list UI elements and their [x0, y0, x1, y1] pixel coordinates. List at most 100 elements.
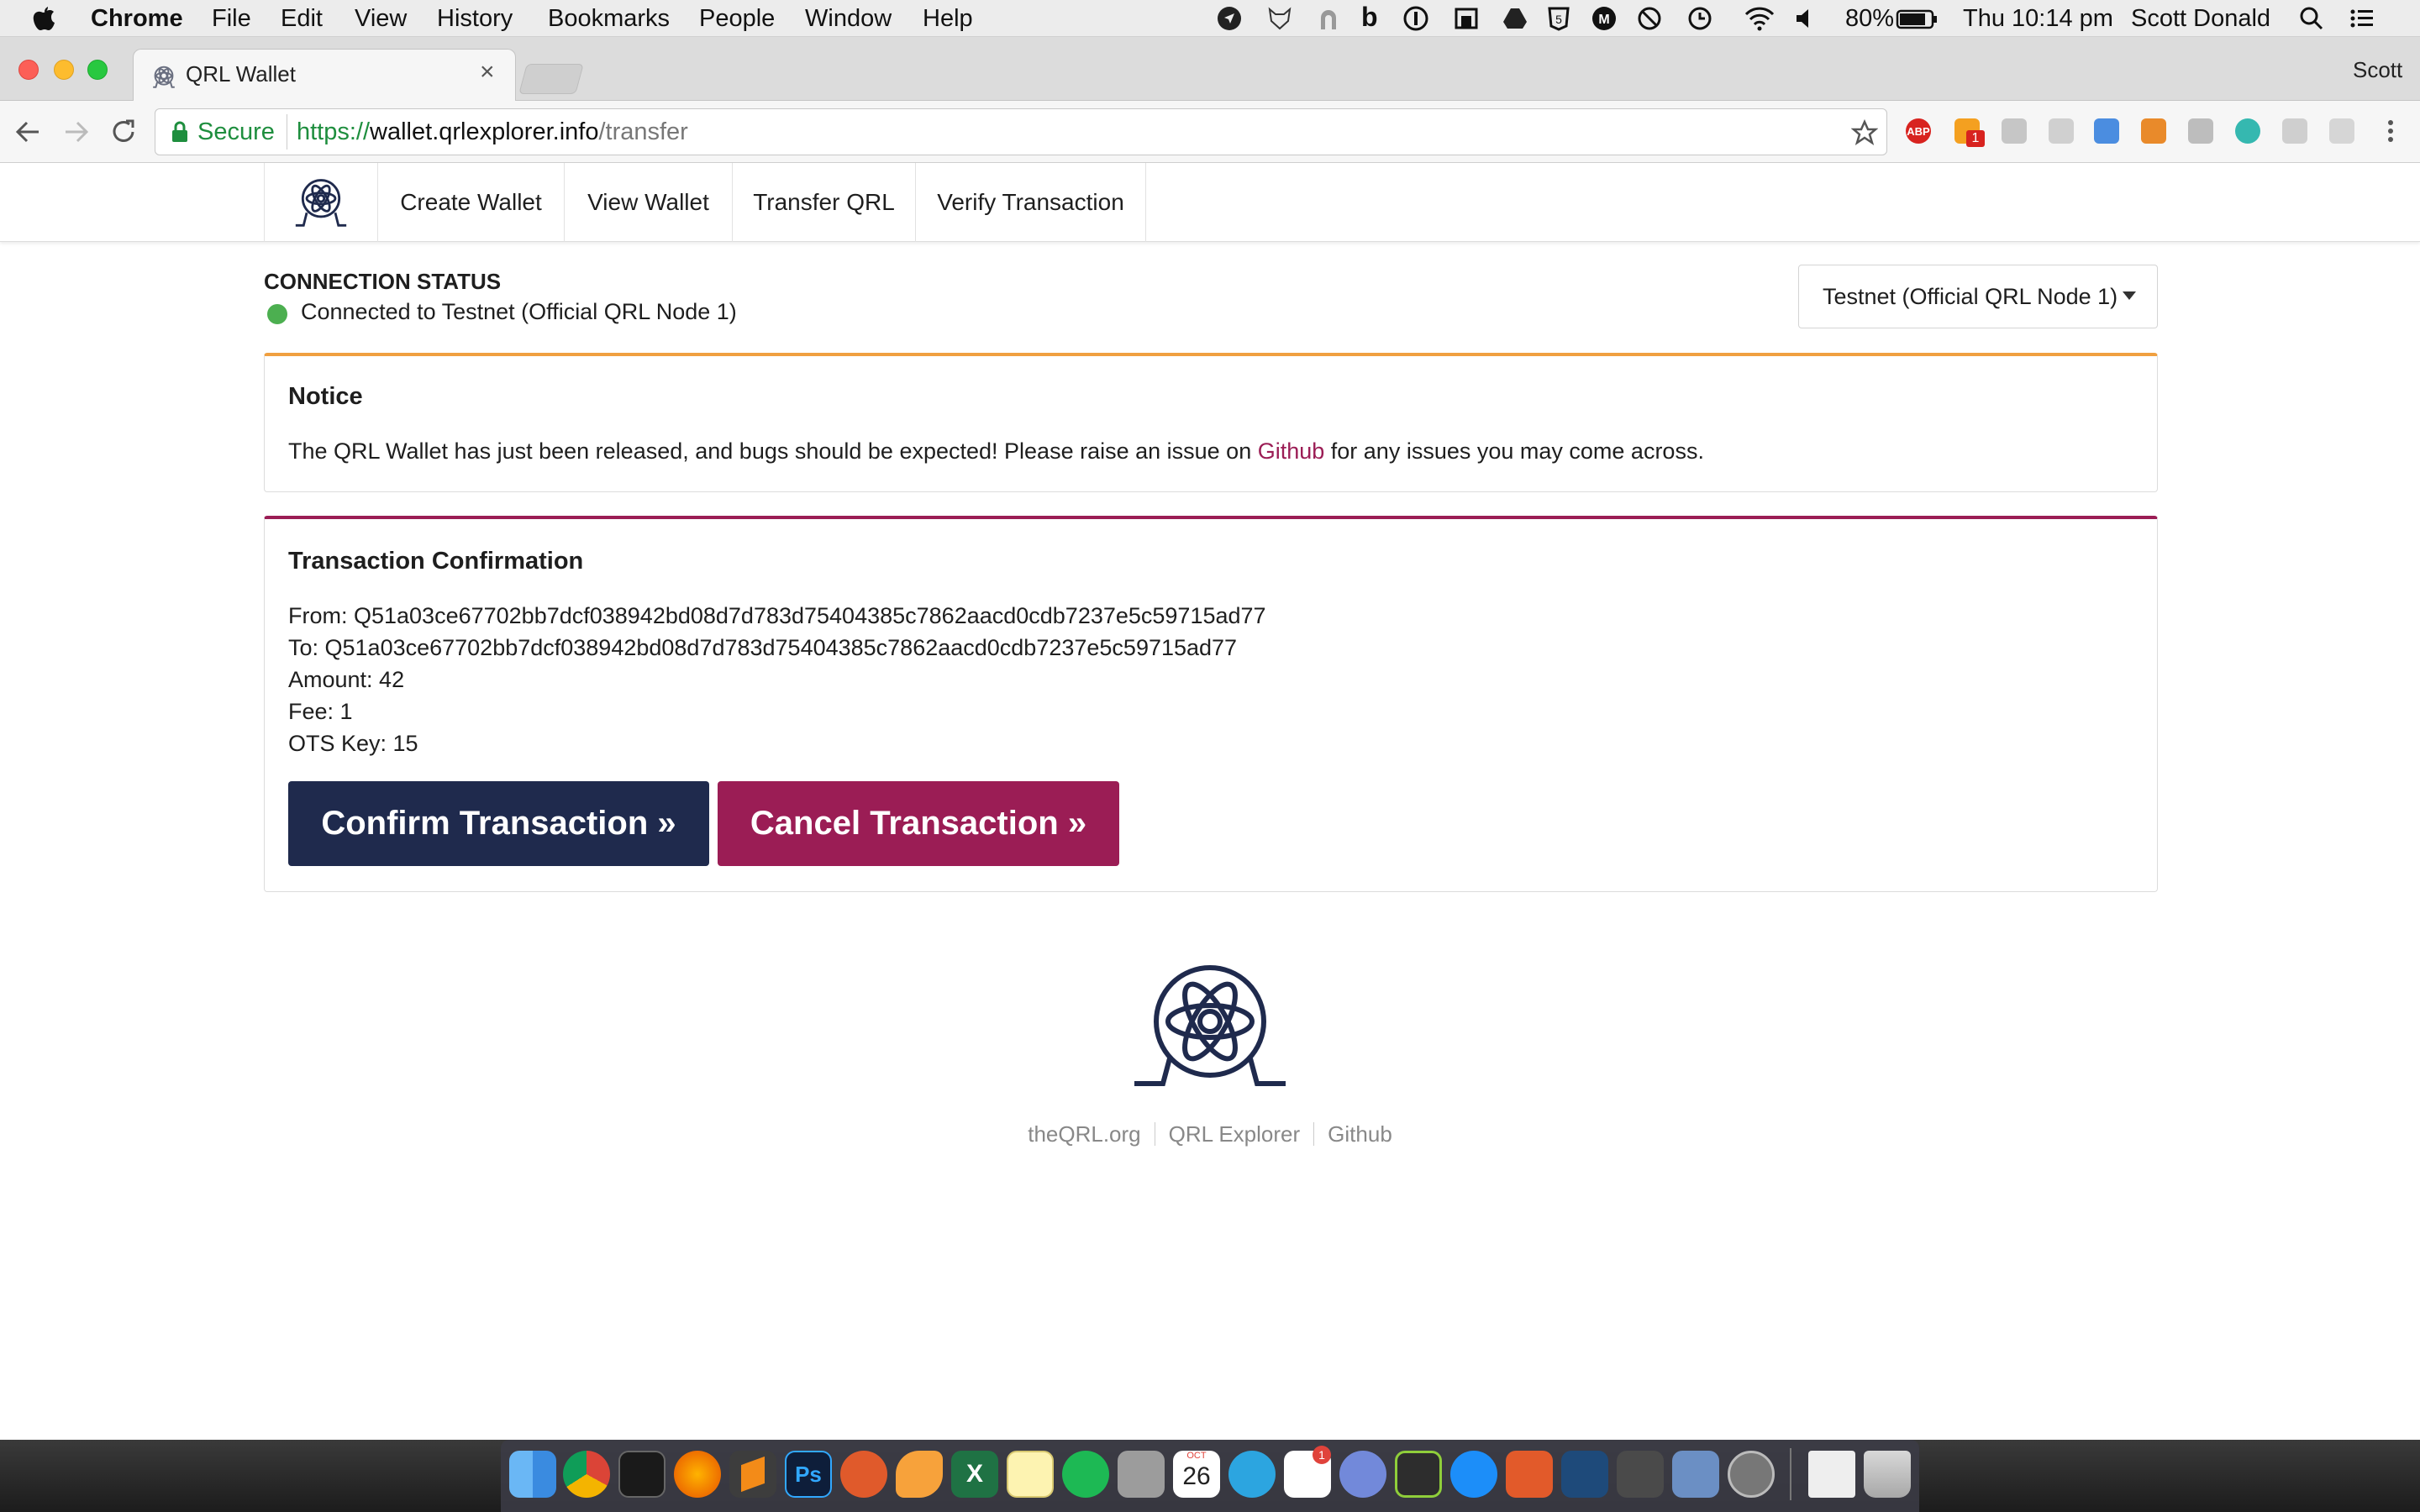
back-arrow-icon[interactable]: [13, 118, 42, 146]
notification-center-icon[interactable]: [2349, 6, 2375, 31]
m-icon[interactable]: M: [1591, 6, 1617, 31]
qrl-favicon-icon: [153, 66, 175, 88]
extension-badge-icon[interactable]: 1: [1954, 118, 1985, 147]
calendar-month: OCT: [1186, 1451, 1207, 1461]
bookmark-star-icon[interactable]: [1851, 119, 1878, 146]
remote-desktop-icon[interactable]: [1506, 1451, 1553, 1498]
discord-icon[interactable]: [1339, 1451, 1386, 1498]
spotlight-search-icon[interactable]: [2299, 6, 2324, 31]
dock-separator: [1790, 1448, 1791, 1500]
tunnelblick-icon[interactable]: [1617, 1451, 1664, 1498]
nav-view-wallet[interactable]: View Wallet: [565, 163, 733, 242]
footer-link-theqrl[interactable]: theQRL.org: [1028, 1121, 1140, 1147]
scissors-app-icon[interactable]: [1395, 1451, 1442, 1498]
window-zoom-button[interactable]: [87, 60, 108, 80]
address-bar[interactable]: Secure https://wallet.qrlexplorer.info/t…: [155, 108, 1887, 155]
trash-icon[interactable]: [1864, 1451, 1911, 1498]
sublime-text-icon[interactable]: [729, 1451, 776, 1498]
chrome-icon[interactable]: [563, 1451, 610, 1498]
photoshop-icon[interactable]: Ps: [785, 1451, 832, 1498]
notice-text-before: The QRL Wallet has just been released, a…: [288, 438, 1258, 464]
excel-icon[interactable]: X: [951, 1451, 998, 1498]
window-minimize-button[interactable]: [54, 60, 74, 80]
1password-icon[interactable]: [1403, 6, 1428, 31]
shield-5-icon[interactable]: 5: [1546, 6, 1571, 31]
sync-extension-icon[interactable]: [2094, 118, 2119, 144]
svg-text:M: M: [1598, 13, 1609, 27]
system-preferences-icon[interactable]: [1728, 1451, 1775, 1498]
cloud-extension-icon[interactable]: [2188, 118, 2213, 144]
cyberduck-icon[interactable]: [896, 1451, 943, 1498]
nav-create-wallet[interactable]: Create Wallet: [378, 163, 565, 242]
notice-github-link[interactable]: Github: [1258, 438, 1325, 464]
sublime-mark: [741, 1456, 765, 1493]
virtualbox-icon[interactable]: [1672, 1451, 1719, 1498]
new-tab-button[interactable]: [518, 64, 584, 94]
notes-icon[interactable]: [1007, 1451, 1054, 1498]
fox-icon[interactable]: [1267, 6, 1292, 31]
menu-view[interactable]: View: [355, 5, 407, 33]
tab-close-icon[interactable]: ×: [480, 58, 495, 87]
reload-icon[interactable]: [109, 118, 138, 146]
node-select-dropdown[interactable]: Testnet (Official QRL Node 1): [1798, 265, 2158, 328]
metamask-icon[interactable]: [2141, 118, 2166, 144]
chevron-down-icon: [2123, 291, 2136, 300]
game-app-icon[interactable]: [840, 1451, 887, 1498]
firefox-icon[interactable]: [674, 1451, 721, 1498]
menubar-clock[interactable]: Thu 10:14 pm: [1963, 5, 2113, 33]
nav-transfer-qrl[interactable]: Transfer QRL: [733, 163, 916, 242]
chat-extension-icon[interactable]: [2049, 118, 2074, 144]
calculator-icon[interactable]: [1118, 1451, 1165, 1498]
forward-arrow-icon[interactable]: [62, 118, 91, 146]
window-close-button[interactable]: [18, 60, 39, 80]
cancel-transaction-button[interactable]: Cancel Transaction »: [718, 781, 1119, 866]
m-extension-icon[interactable]: [2235, 118, 2260, 144]
finder-icon[interactable]: [509, 1451, 556, 1498]
puzzle-extension-icon[interactable]: [2329, 118, 2354, 144]
notice-text-after: for any issues you may come across.: [1324, 438, 1704, 464]
browser-tab-active[interactable]: QRL Wallet ×: [133, 49, 516, 102]
menu-app-name[interactable]: Chrome: [91, 5, 183, 33]
calendar-icon[interactable]: OCT 26: [1173, 1451, 1220, 1498]
nav-verify-transaction[interactable]: Verify Transaction: [916, 163, 1146, 242]
b-icon[interactable]: b: [1361, 2, 1378, 33]
menu-help[interactable]: Help: [923, 5, 973, 33]
menu-people[interactable]: People: [699, 5, 775, 33]
menu-history[interactable]: History: [437, 5, 513, 33]
transaction-ots-key: OTS Key: 15: [288, 731, 418, 756]
display-icon[interactable]: [1454, 6, 1479, 31]
slack-icon[interactable]: 1: [1284, 1446, 1331, 1498]
menu-file[interactable]: File: [212, 5, 251, 33]
json-extension-icon[interactable]: [2282, 118, 2307, 144]
navigation-arrow-icon[interactable]: [1217, 6, 1242, 31]
menu-window[interactable]: Window: [805, 5, 892, 33]
qrl-home-logo[interactable]: [264, 163, 378, 242]
menubar-user[interactable]: Scott Donald: [2131, 5, 2270, 33]
time-machine-icon[interactable]: [1687, 6, 1712, 31]
terminal-icon[interactable]: [618, 1451, 666, 1498]
profile-name[interactable]: Scott: [2353, 57, 2402, 83]
mac-menubar: Chrome File Edit View History Bookmarks …: [0, 0, 2420, 37]
blocked-icon[interactable]: [1637, 6, 1662, 31]
footer-link-qrl-explorer[interactable]: QRL Explorer: [1169, 1121, 1301, 1147]
volume-icon[interactable]: [1793, 6, 1818, 31]
documents-stack-icon[interactable]: [1808, 1451, 1855, 1498]
chrome-menu-icon[interactable]: [2378, 118, 2403, 144]
apple-menu-icon[interactable]: [32, 3, 55, 32]
adblock-plus-icon[interactable]: ABP: [1906, 118, 1931, 144]
xml-extension-icon[interactable]: [2002, 118, 2027, 144]
wifi-icon[interactable]: [1744, 6, 1775, 31]
qrl-footer-logo-icon: [1134, 965, 1286, 1086]
menu-edit[interactable]: Edit: [281, 5, 323, 33]
battery-icon[interactable]: [1896, 6, 1938, 31]
confirm-transaction-button[interactable]: Confirm Transaction »: [288, 781, 709, 866]
app-store-icon[interactable]: [1450, 1451, 1497, 1498]
menu-bookmarks[interactable]: Bookmarks: [548, 5, 670, 33]
telegram-icon[interactable]: [1228, 1451, 1276, 1498]
mysql-workbench-icon[interactable]: [1561, 1451, 1608, 1498]
calendar-day: 26: [1182, 1462, 1211, 1490]
spotify-icon[interactable]: [1062, 1451, 1109, 1498]
tunnel-icon[interactable]: [1316, 6, 1341, 31]
drive-icon[interactable]: [1502, 6, 1528, 31]
footer-link-github[interactable]: Github: [1328, 1121, 1392, 1147]
